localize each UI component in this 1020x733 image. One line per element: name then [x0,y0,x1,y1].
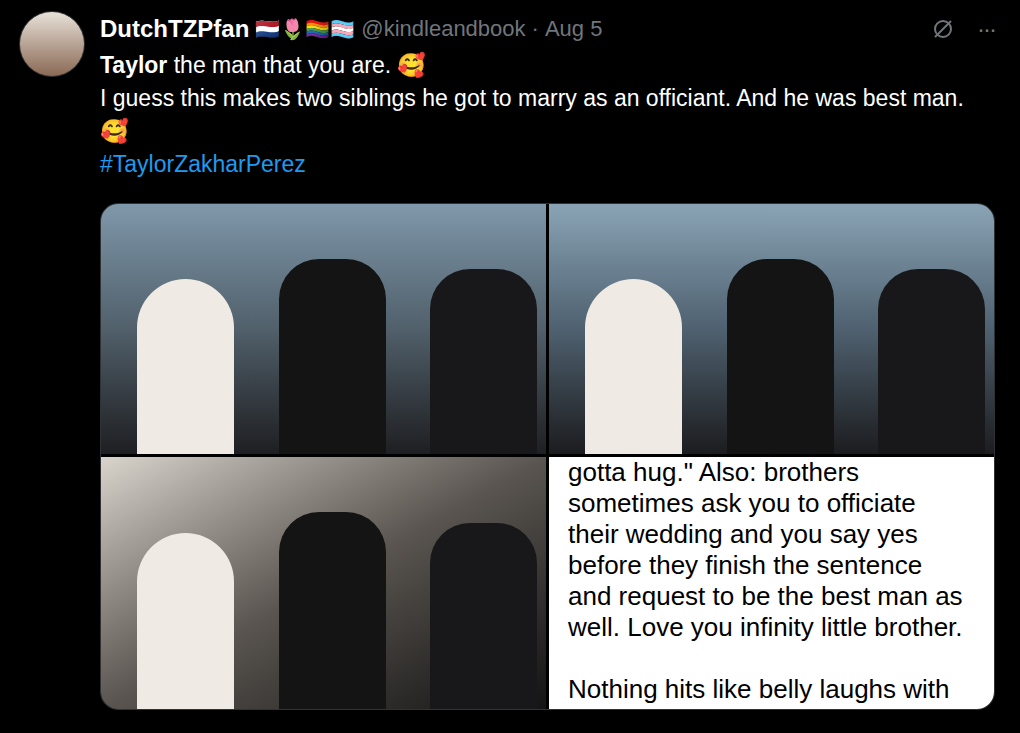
post-page: DutchTZPfan🇳🇱🌷🏳️‍🌈🏳️‍⚧️@kindleandbook·Au… [0,0,1020,733]
wedding-photo[interactable] [101,204,546,454]
hashtag[interactable]: #TaylorZakharPerez [100,148,985,181]
wedding-photo[interactable] [549,204,994,454]
more-button[interactable]: ··· [977,17,995,41]
caption-line: sometimes ask you to officiate [568,488,975,519]
caption-line: before they finish the sentence [568,550,975,581]
post-header: DutchTZPfan🇳🇱🌷🏳️‍🌈🏳️‍⚧️@kindleandbook·Au… [100,11,995,47]
post-paragraph: Taylor the man that you are. 🥰 [100,49,985,82]
author-flags: 🇳🇱🌷🏳️‍🌈🏳️‍⚧️ [255,14,355,44]
caption-line: Nothing hits like belly laughs with [568,674,975,705]
avatar[interactable] [19,11,85,77]
wedding-photo[interactable] [101,457,546,709]
media-grid: gotta hug." Also: brotherssometimes ask … [100,203,995,710]
caption-line: gotta hug." Also: brothers [568,457,975,488]
author-name[interactable]: DutchTZPfan [100,14,249,44]
caption-line [568,643,975,674]
author-handle[interactable]: @kindleandbook [361,14,525,44]
post-text: Taylor the man that you are. 🥰I guess th… [100,49,995,181]
separator: · [532,14,539,44]
caption-screenshot[interactable]: gotta hug." Also: brotherssometimes ask … [549,457,994,709]
post-body: DutchTZPfan🇳🇱🌷🏳️‍🌈🏳️‍⚧️@kindleandbook·Au… [100,11,995,733]
post-paragraph: I guess this makes two siblings he got t… [100,82,985,148]
caption-line: their wedding and you say yes [568,519,975,550]
caption-line: and request to be the best man as [568,581,975,612]
post-date[interactable]: Aug 5 [545,14,603,44]
caption-line: well. Love you infinity little brother. [568,612,975,643]
grok-icon[interactable] [931,17,955,41]
